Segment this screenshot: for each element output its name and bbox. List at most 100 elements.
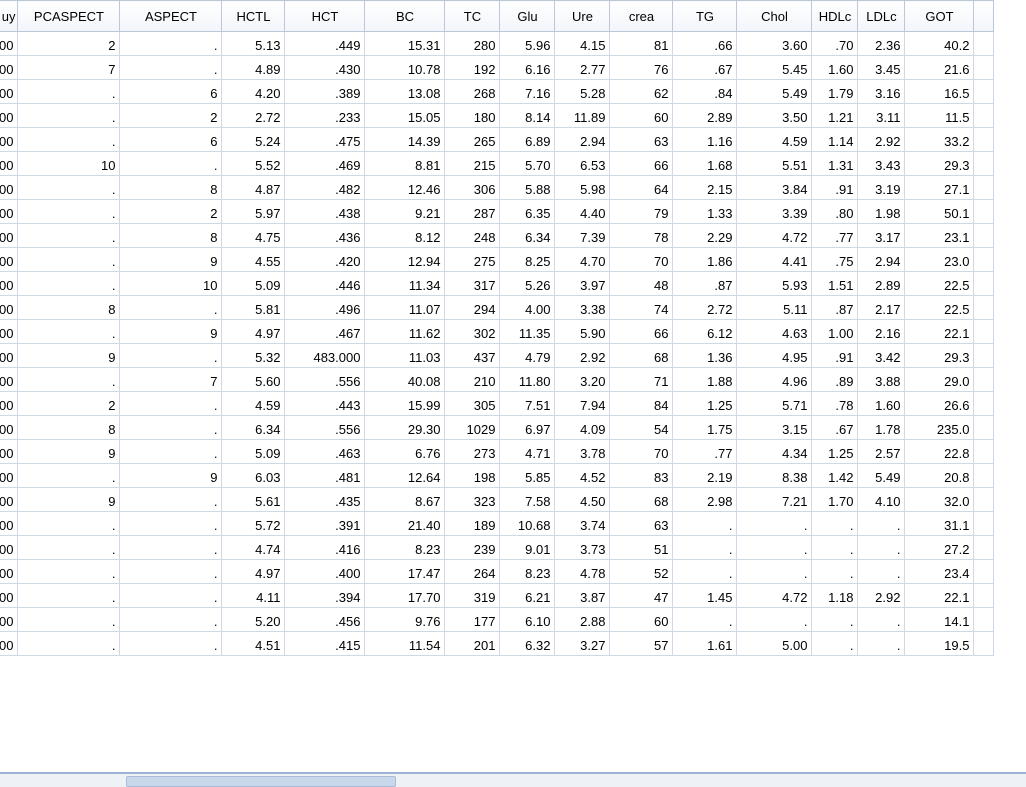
- table-cell[interactable]: 210: [444, 367, 501, 392]
- table-cell[interactable]: .89: [811, 367, 859, 392]
- table-cell[interactable]: 4.34: [736, 439, 813, 464]
- table-cell[interactable]: 3.97: [554, 271, 611, 296]
- table-cell[interactable]: 00: [0, 391, 19, 416]
- table-cell[interactable]: .: [857, 559, 906, 584]
- table-cell[interactable]: 1.42: [811, 463, 859, 488]
- table-cell[interactable]: 1.68: [672, 151, 738, 176]
- table-cell[interactable]: 11.54: [364, 631, 446, 656]
- table-cell[interactable]: 6: [119, 127, 223, 152]
- table-cell[interactable]: 8.25: [499, 247, 556, 272]
- table-cell[interactable]: 14.39: [364, 127, 446, 152]
- table-cell[interactable]: .91: [811, 343, 859, 368]
- table-cell[interactable]: 4.55: [221, 247, 286, 272]
- table-cell[interactable]: .435: [284, 487, 366, 512]
- table-cell[interactable]: .: [119, 535, 223, 560]
- table-cell[interactable]: 8.23: [499, 559, 556, 584]
- table-cell[interactable]: 1.60: [811, 55, 859, 80]
- table-cell[interactable]: 10: [119, 271, 223, 296]
- table-cell[interactable]: .: [17, 127, 121, 152]
- table-cell[interactable]: 51: [609, 535, 674, 560]
- table-cell[interactable]: 4.89: [221, 55, 286, 80]
- scrollbar-thumb[interactable]: [126, 776, 396, 787]
- table-cell[interactable]: 29.0: [904, 367, 975, 392]
- table-cell[interactable]: 00: [0, 151, 19, 176]
- table-cell[interactable]: 6.53: [554, 151, 611, 176]
- table-cell[interactable]: 5.24: [221, 127, 286, 152]
- table-cell[interactable]: .: [119, 487, 223, 512]
- table-cell[interactable]: .443: [284, 391, 366, 416]
- table-cell[interactable]: 66: [609, 151, 674, 176]
- table-cell[interactable]: 4.95: [736, 343, 813, 368]
- table-cell[interactable]: 3.60: [736, 31, 813, 56]
- table-cell[interactable]: .394: [284, 583, 366, 608]
- table-cell[interactable]: 3.17: [857, 223, 906, 248]
- table-cell[interactable]: 11.34: [364, 271, 446, 296]
- table-cell[interactable]: 5.45: [736, 55, 813, 80]
- column-header-pcaspect[interactable]: PCASPECT: [17, 0, 121, 32]
- table-cell[interactable]: .: [811, 607, 859, 632]
- table-cell[interactable]: 4.11: [221, 583, 286, 608]
- table-cell[interactable]: 6.21: [499, 583, 556, 608]
- table-cell[interactable]: 64: [609, 175, 674, 200]
- table-cell[interactable]: 00: [0, 367, 19, 392]
- table-cell[interactable]: 79: [609, 199, 674, 224]
- table-cell[interactable]: 7.94: [554, 391, 611, 416]
- table-cell[interactable]: 1.25: [672, 391, 738, 416]
- table-cell[interactable]: 22.8: [904, 439, 975, 464]
- table-cell[interactable]: 4.74: [221, 535, 286, 560]
- table-cell[interactable]: .: [119, 583, 223, 608]
- table-cell[interactable]: 47: [609, 583, 674, 608]
- table-cell[interactable]: 5.09: [221, 271, 286, 296]
- table-cell[interactable]: 5.26: [499, 271, 556, 296]
- table-cell[interactable]: .70: [811, 31, 859, 56]
- table-cell[interactable]: .: [17, 535, 121, 560]
- table-cell[interactable]: 4.09: [554, 415, 611, 440]
- table-cell[interactable]: 5.28: [554, 79, 611, 104]
- table-cell[interactable]: 9: [17, 487, 121, 512]
- table-cell[interactable]: 22.1: [904, 319, 975, 344]
- table-cell[interactable]: 00: [0, 295, 19, 320]
- table-cell[interactable]: 8.81: [364, 151, 446, 176]
- table-cell[interactable]: [973, 271, 995, 296]
- table-cell[interactable]: 00: [0, 175, 19, 200]
- table-cell[interactable]: 68: [609, 487, 674, 512]
- table-cell[interactable]: 2.57: [857, 439, 906, 464]
- table-cell[interactable]: 71: [609, 367, 674, 392]
- table-cell[interactable]: 5.61: [221, 487, 286, 512]
- table-cell[interactable]: 2.92: [857, 127, 906, 152]
- table-cell[interactable]: 201: [444, 631, 501, 656]
- table-cell[interactable]: 27.2: [904, 535, 975, 560]
- table-cell[interactable]: 2.15: [672, 175, 738, 200]
- table-cell[interactable]: 268: [444, 79, 501, 104]
- table-cell[interactable]: [973, 31, 995, 56]
- table-cell[interactable]: .: [119, 151, 223, 176]
- table-cell[interactable]: 7.16: [499, 79, 556, 104]
- table-cell[interactable]: 1.14: [811, 127, 859, 152]
- table-cell[interactable]: 9.76: [364, 607, 446, 632]
- table-cell[interactable]: .469: [284, 151, 366, 176]
- table-cell[interactable]: .446: [284, 271, 366, 296]
- column-header-uy[interactable]: uy: [0, 0, 19, 32]
- table-cell[interactable]: 7.39: [554, 223, 611, 248]
- table-cell[interactable]: 5.52: [221, 151, 286, 176]
- table-cell[interactable]: 287: [444, 199, 501, 224]
- column-header-tc[interactable]: TC: [444, 0, 501, 32]
- table-cell[interactable]: 2.89: [672, 103, 738, 128]
- table-cell[interactable]: 9: [17, 439, 121, 464]
- table-cell[interactable]: .481: [284, 463, 366, 488]
- table-cell[interactable]: 294: [444, 295, 501, 320]
- table-cell[interactable]: .67: [811, 415, 859, 440]
- table-cell[interactable]: 5.49: [736, 79, 813, 104]
- table-cell[interactable]: 3.74: [554, 511, 611, 536]
- table-cell[interactable]: 1.78: [857, 415, 906, 440]
- table-cell[interactable]: 6.16: [499, 55, 556, 80]
- table-cell[interactable]: .: [17, 511, 121, 536]
- table-cell[interactable]: .415: [284, 631, 366, 656]
- table-cell[interactable]: 1.86: [672, 247, 738, 272]
- table-cell[interactable]: 20.8: [904, 463, 975, 488]
- table-cell[interactable]: 4.97: [221, 319, 286, 344]
- table-cell[interactable]: .: [17, 367, 121, 392]
- table-cell[interactable]: 70: [609, 247, 674, 272]
- table-cell[interactable]: [973, 559, 995, 584]
- table-cell[interactable]: 198: [444, 463, 501, 488]
